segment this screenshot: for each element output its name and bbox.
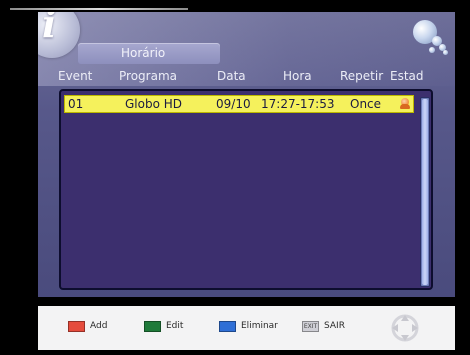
table-header-row: Event Programa Data Hora Repetir Estad: [38, 68, 455, 86]
legend-sair-label: SAIR: [324, 321, 345, 331]
column-header-data: Data: [217, 69, 246, 83]
info-icon-letter: i: [42, 12, 57, 46]
directional-pad-icon: [391, 314, 419, 342]
top-decorative-line: [10, 8, 188, 10]
cell-programa: Globo HD: [125, 97, 183, 111]
legend-eliminar-label: Eliminar: [241, 321, 278, 331]
person-status-icon: [400, 98, 410, 109]
red-key-icon: [68, 321, 85, 332]
green-key-icon: [144, 321, 161, 332]
page-title-tab: Horário: [78, 43, 220, 64]
column-header-event: Event: [58, 69, 93, 83]
button-legend-bar: Add Edit Eliminar EXIT SAIR: [38, 306, 455, 350]
column-header-hora: Hora: [283, 69, 312, 83]
scrollbar[interactable]: [420, 97, 430, 287]
column-header-programa: Programa: [119, 69, 177, 83]
page-title: Horário: [121, 46, 166, 60]
cell-repetir: Once: [350, 97, 382, 111]
column-header-estado: Estad: [390, 69, 424, 83]
exit-key-icon: EXIT: [302, 321, 319, 332]
legend-edit-label: Edit: [166, 321, 184, 331]
schedule-table: 01 Globo HD 09/10 17:27-17:53 Once: [59, 89, 433, 290]
bubbles-icon: [399, 16, 451, 60]
scrollbar-thumb[interactable]: [422, 99, 428, 285]
blue-key-icon: [219, 321, 236, 332]
schedule-window: i Horário Event Programa Data Hora Repet…: [38, 12, 455, 297]
cell-data: 09/10: [216, 97, 251, 111]
table-row[interactable]: 01 Globo HD 09/10 17:27-17:53 Once: [64, 95, 414, 113]
cell-hora: 17:27-17:53: [261, 97, 335, 111]
legend-add-label: Add: [90, 321, 108, 331]
column-header-repetir: Repetir: [340, 69, 384, 83]
cell-event: 01: [68, 97, 84, 111]
